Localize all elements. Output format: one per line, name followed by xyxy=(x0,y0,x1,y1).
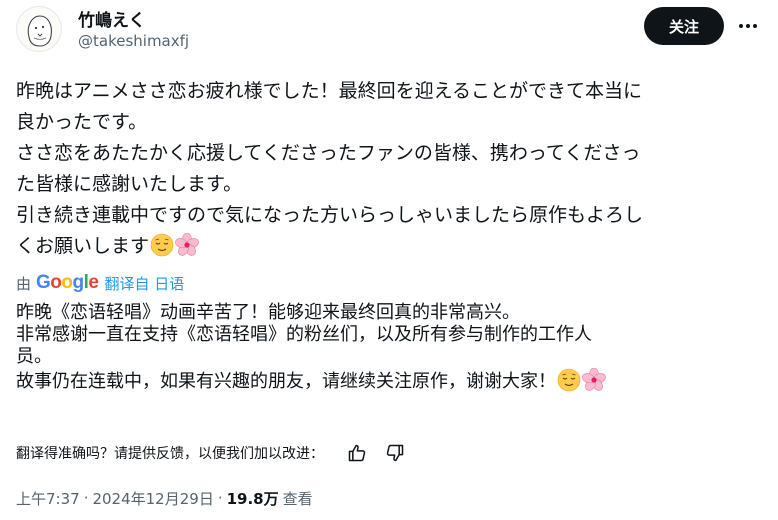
relieved-face-icon xyxy=(150,233,174,267)
thumbs-down-icon[interactable] xyxy=(384,442,406,464)
translated-line: 昨晚《恋语轻唱》动画辛苦了！能够迎来最终回真的非常高兴。 xyxy=(16,302,520,323)
views-label: 查看 xyxy=(282,489,313,508)
translated-line: 故事仍在连载中，如果有兴趣的朋友，请继续关注原作，谢谢大家！ xyxy=(16,371,556,392)
separator: · xyxy=(83,489,89,507)
translated-line-last: 故事仍在连载中，如果有兴趣的朋友，请继续关注原作，谢谢大家！ xyxy=(16,367,766,398)
thumbs-up-icon[interactable] xyxy=(346,442,368,464)
google-logo: Google xyxy=(36,272,99,293)
translated-line: 员。 xyxy=(16,346,52,367)
tweet-date[interactable]: 2024年12月29日 xyxy=(92,488,213,509)
translation-attribution: 由 Google 翻译自 日语 xyxy=(16,272,184,294)
tweet-line-last: くお願いします xyxy=(16,231,766,267)
translation-feedback: 翻译得准确吗？请提供反馈，以便我们加以改进： xyxy=(16,441,406,465)
tweet-line: 良かったです。 xyxy=(16,111,148,133)
more-icon[interactable] xyxy=(736,14,760,38)
tweet-line: 引き続き連載中ですので気になった方いらっしゃいましたら原作もよろし xyxy=(16,204,644,226)
cherry-blossom-icon xyxy=(582,367,606,398)
cherry-blossom-icon xyxy=(175,232,199,267)
tweet-line: くお願いします xyxy=(16,235,150,257)
display-name[interactable]: 竹嶋えく xyxy=(78,6,146,31)
tweet-meta: 上午7:37 · 2024年12月29日 · 19.8万 查看 xyxy=(16,487,313,509)
views-count: 19.8万 xyxy=(226,489,279,508)
by-label: 由 xyxy=(16,274,32,293)
separator: · xyxy=(217,489,223,507)
tweet-line: 昨晩はアニメささ恋お疲れ様でした！最終回を迎えることができて本当に xyxy=(16,80,643,102)
avatar[interactable] xyxy=(16,6,62,52)
translated-text: 昨晚《恋语轻唱》动画辛苦了！能够迎来最终回真的非常高兴。 非常感谢一直在支持《恋… xyxy=(16,302,766,398)
tweet-time[interactable]: 上午7:37 xyxy=(16,488,80,509)
tweet-line: た皆様に感謝いたします。 xyxy=(16,173,243,195)
translated-from-link[interactable]: 翻译自 日语 xyxy=(104,273,184,294)
relieved-face-icon xyxy=(557,368,581,398)
tweet-text: 昨晩はアニメささ恋お疲れ様でした！最終回を迎えることができて本当に 良かったです… xyxy=(16,76,766,267)
follow-button[interactable]: 关注 xyxy=(644,7,724,45)
tweet-header: 竹嶋えく @takeshimaxfj 关注 xyxy=(0,0,778,60)
tweet-line: ささ恋をあたたかく応援してくださったファンの皆様、携わってくださっ xyxy=(16,142,641,164)
translated-line: 非常感谢一直在支持《恋语轻唱》的粉丝们，以及所有参与制作的工作人 xyxy=(16,324,592,345)
user-handle[interactable]: @takeshimaxfj xyxy=(78,32,189,50)
feedback-prompt: 翻译得准确吗？请提供反馈，以便我们加以改进： xyxy=(16,446,324,462)
